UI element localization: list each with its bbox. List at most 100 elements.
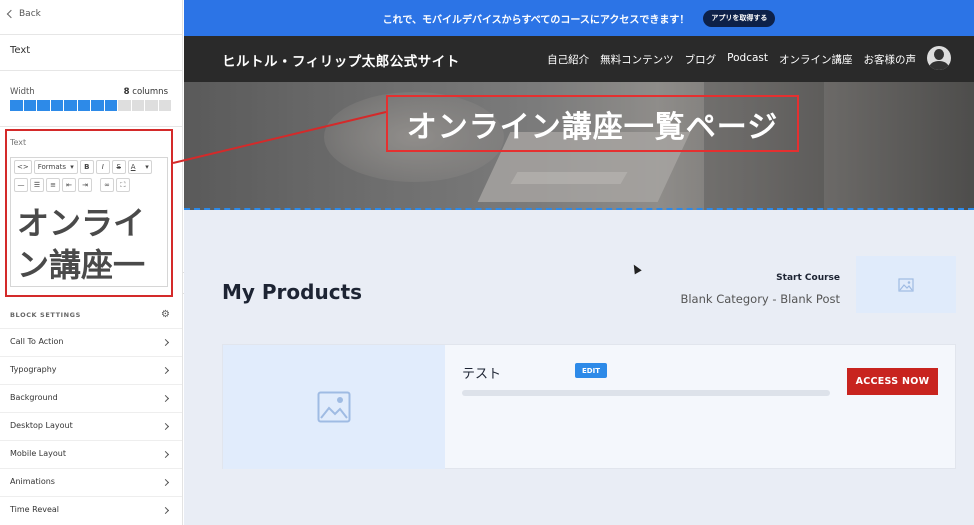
editor-toolbar-row-2: — ☰ ≡ ⇤ ⇥ ∞ ⛶ — [11, 176, 167, 194]
settings-item-label: Time Reveal — [10, 505, 60, 514]
edit-button[interactable]: EDIT — [575, 363, 607, 378]
chevron-right-icon — [161, 478, 170, 487]
editor-toolbar-row-1: <> Formats ▾ B I S A ▾ — [11, 158, 167, 176]
width-column-block[interactable] — [77, 100, 90, 111]
bullet-list-button[interactable]: ☰ — [30, 178, 44, 192]
source-code-button[interactable]: <> — [14, 160, 32, 174]
settings-item-typography[interactable]: Typography — [0, 356, 182, 384]
bullet-list-icon: ☰ — [33, 181, 41, 189]
text-color-icon: A — [130, 163, 136, 171]
divider — [0, 126, 182, 127]
start-course-detail: Blank Category - Blank Post — [680, 292, 840, 306]
numbered-list-button[interactable]: ≡ — [46, 178, 60, 192]
source-code-icon: <> — [17, 163, 29, 171]
image-placeholder-icon — [898, 277, 914, 292]
chevron-right-icon — [161, 450, 170, 459]
back-button[interactable]: Back — [6, 9, 41, 19]
settings-item-label: Background — [10, 393, 58, 402]
outdent-icon: ⇤ — [66, 181, 72, 189]
nav-item[interactable]: 無料コンテンツ — [600, 52, 674, 67]
rich-text-editor[interactable]: <> Formats ▾ B I S A ▾ — ☰ ≡ ⇤ ⇥ ∞ ⛶ オンラ… — [10, 157, 168, 287]
back-label: Back — [19, 9, 41, 19]
settings-item-background[interactable]: Background — [0, 384, 182, 412]
width-column-block[interactable] — [118, 100, 131, 111]
get-app-button[interactable]: アプリを取得する — [703, 9, 776, 27]
settings-item-call-to-action[interactable]: Call To Action — [0, 328, 182, 356]
section-title: My Products — [222, 280, 363, 304]
nav-item[interactable]: 自己紹介 — [547, 52, 589, 67]
outdent-button[interactable]: ⇤ — [62, 178, 76, 192]
width-column-block[interactable] — [145, 100, 158, 111]
text-field-label: Text — [10, 138, 27, 147]
caret-down-icon: ▾ — [145, 163, 149, 171]
bold-button[interactable]: B — [79, 160, 94, 174]
width-column-block[interactable] — [37, 100, 50, 111]
chevron-right-icon — [161, 338, 170, 347]
product-card[interactable]: テスト EDIT ACCESS NOW — [222, 344, 956, 469]
nav-item[interactable]: Podcast — [727, 52, 768, 67]
width-unit: columns — [132, 87, 168, 97]
product-thumbnail[interactable] — [223, 345, 445, 469]
horizontal-rule-button[interactable]: — — [14, 178, 28, 192]
nav-item[interactable]: ブログ — [685, 52, 717, 67]
site-header: ヒルトル・フィリップ太郎公式サイト 自己紹介 無料コンテンツ ブログ Podcast オ… — [184, 36, 974, 82]
chevron-right-icon — [161, 422, 170, 431]
avatar-head — [934, 49, 944, 60]
bold-icon: B — [84, 163, 90, 171]
product-title[interactable]: テスト — [462, 363, 501, 382]
hero-title: オンライン講座一覧ページ — [386, 95, 799, 152]
settings-item-label: Mobile Layout — [10, 449, 66, 458]
panel-title: Text — [10, 45, 31, 56]
chevron-right-icon — [161, 394, 170, 403]
nav-item[interactable]: お客様の声 — [864, 52, 917, 67]
formats-dropdown[interactable]: Formats ▾ — [33, 160, 78, 174]
italic-button[interactable]: I — [95, 160, 110, 174]
settings-item-mobile-layout[interactable]: Mobile Layout — [0, 440, 182, 468]
settings-item-desktop-layout[interactable]: Desktop Layout — [0, 412, 182, 440]
strikethrough-icon: S — [116, 163, 121, 171]
link-icon: ∞ — [104, 181, 110, 189]
nav-item[interactable]: オンライン講座 — [779, 52, 853, 67]
site-title[interactable]: ヒルトル・フィリップ太郎公式サイト — [222, 50, 460, 70]
progress-bar — [462, 390, 830, 396]
settings-item-time-reveal[interactable]: Time Reveal — [0, 496, 182, 524]
fullscreen-button[interactable]: ⛶ — [116, 178, 130, 192]
width-column-block[interactable] — [64, 100, 77, 111]
width-column-selector[interactable] — [10, 100, 171, 111]
settings-item-animations[interactable]: Animations — [0, 468, 182, 496]
width-value: 8 columns — [124, 87, 168, 97]
text-color-button[interactable]: A ▾ — [127, 160, 152, 174]
width-column-block[interactable] — [104, 100, 117, 111]
horizontal-rule-icon: — — [17, 181, 25, 189]
fullscreen-icon: ⛶ — [120, 180, 126, 189]
page-preview: これで、モバイルデバイスからすべてのコースにアクセスできます！ アプリを取得する… — [184, 0, 974, 525]
image-placeholder-icon — [317, 391, 351, 423]
width-column-block[interactable] — [23, 100, 36, 111]
width-column-block[interactable] — [10, 100, 23, 111]
strikethrough-button[interactable]: S — [111, 160, 126, 174]
start-course-label[interactable]: Start Course — [776, 273, 840, 283]
settings-item-label: Animations — [10, 477, 55, 486]
width-label: Width — [10, 87, 35, 97]
width-column-block[interactable] — [91, 100, 104, 111]
editor-content[interactable]: オンライン講座一 — [17, 202, 167, 286]
indent-button[interactable]: ⇥ — [78, 178, 92, 192]
divider — [0, 70, 182, 71]
width-column-block[interactable] — [131, 100, 144, 111]
course-thumbnail[interactable] — [856, 256, 956, 313]
site-nav: 自己紹介 無料コンテンツ ブログ Podcast オンライン講座 お客様の声 — [547, 52, 916, 67]
chevron-right-icon — [161, 506, 170, 515]
settings-item-label: Typography — [10, 365, 57, 374]
numbered-list-icon: ≡ — [50, 181, 56, 189]
avatar-body — [929, 61, 949, 70]
link-button[interactable]: ∞ — [100, 178, 114, 192]
access-now-button[interactable]: ACCESS NOW — [847, 368, 938, 395]
editor-sidebar: Back Text Width 8 columns Text <> Format… — [0, 0, 183, 525]
banner-text: これで、モバイルデバイスからすべてのコースにアクセスできます！ — [382, 14, 690, 26]
gear-icon[interactable]: ⚙ — [161, 309, 170, 320]
formats-label: Formats — [37, 163, 67, 171]
avatar[interactable] — [927, 46, 951, 70]
width-column-block[interactable] — [50, 100, 63, 111]
selected-block-outline — [184, 208, 974, 210]
width-column-block[interactable] — [158, 100, 171, 111]
